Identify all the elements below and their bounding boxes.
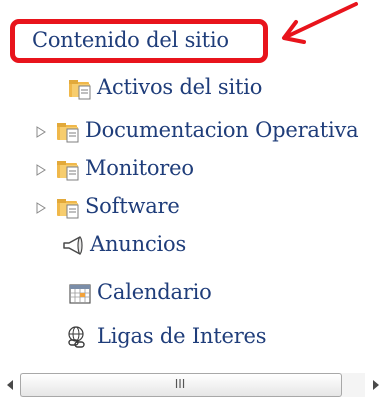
tree-item-label[interactable]: Documentacion Operativa [85, 115, 359, 145]
tree-item-label[interactable]: Software [85, 191, 180, 221]
calendar-icon [69, 284, 91, 304]
tree-item-label[interactable]: Activos del sitio [97, 72, 262, 102]
folder-page-icon [57, 161, 79, 181]
expand-triangle-icon[interactable] [35, 202, 47, 214]
tree-item-software[interactable]: Software [0, 191, 386, 225]
tree-item-anuncios[interactable]: Anuncios [0, 229, 386, 263]
tree-item-ligas[interactable]: Ligas de Interes [0, 321, 386, 355]
tree-item-label[interactable]: Ligas de Interes [97, 321, 267, 351]
tree-item-label[interactable]: Calendario [97, 277, 212, 307]
scrollbar-track[interactable]: III [20, 373, 365, 397]
megaphone-icon [63, 236, 83, 255]
folder-page-icon [69, 80, 91, 100]
links-globe-icon [68, 326, 85, 348]
tree-item-monitoreo[interactable]: Monitoreo [0, 153, 386, 187]
tree-item-label[interactable]: Monitoreo [85, 153, 194, 183]
annotation-arrow-icon [282, 2, 358, 44]
tree-item-label[interactable]: Anuncios [90, 229, 186, 259]
site-contents-tree: Contenido del sitio Activos del sitio Do… [0, 0, 386, 401]
scroll-left-arrow-icon[interactable] [4, 377, 16, 393]
tree-item-calendario[interactable]: Calendario [0, 277, 386, 311]
horizontal-scrollbar[interactable]: III [0, 369, 386, 401]
tree-item-documentacion[interactable]: Documentacion Operativa [0, 115, 386, 149]
site-contents-link[interactable]: Contenido del sitio [32, 28, 229, 52]
folder-page-icon [57, 123, 79, 143]
scrollbar-grip[interactable]: III [20, 373, 340, 395]
tree-item-activos[interactable]: Activos del sitio [0, 72, 386, 106]
expand-triangle-icon[interactable] [35, 126, 47, 138]
scroll-right-arrow-icon[interactable] [370, 377, 382, 393]
folder-page-icon [57, 199, 79, 219]
expand-triangle-icon[interactable] [35, 164, 47, 176]
